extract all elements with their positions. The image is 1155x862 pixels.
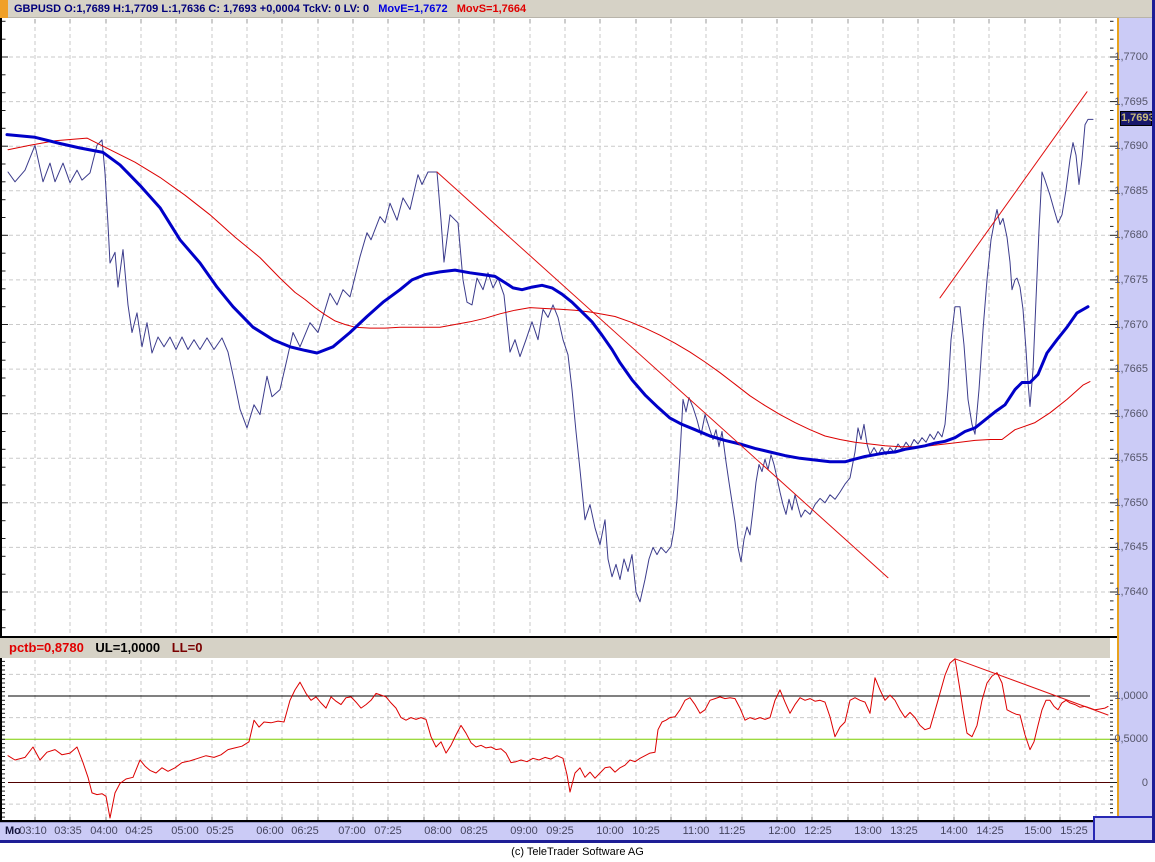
price-axis-label: 1,7670	[1114, 318, 1148, 331]
price-axis-label: 1,7680	[1114, 229, 1148, 242]
price-axis-label: 1,7640	[1114, 586, 1148, 598]
time-axis-label: 07:00	[338, 825, 366, 837]
price-axis-label: 1,7685	[1114, 184, 1148, 197]
last-price-badge: 1,7693	[1120, 111, 1155, 127]
time-axis-label: 08:25	[460, 825, 488, 837]
price-axis-label: 1,7660	[1114, 407, 1148, 420]
copyright-text: (c) TeleTrader Software AG	[511, 846, 644, 858]
time-axis-label: 06:25	[291, 825, 319, 837]
time-axis-label: 04:25	[125, 825, 153, 837]
quote-ohlc-text: GBPUSD O:1,7689 H:1,7709 L:1,7636 C: 1,7…	[14, 3, 370, 15]
lower-limit-value: LL=0	[171, 640, 203, 655]
time-axis-label: 15:00	[1024, 825, 1052, 837]
time-axis-label: 14:25	[976, 825, 1004, 837]
time-axis-label: 07:25	[374, 825, 402, 837]
price-chart-svg	[2, 19, 1117, 633]
symbol-marker-icon	[0, 0, 8, 18]
trendline_down-line	[436, 171, 889, 579]
indicator-left-border	[0, 658, 2, 822]
time-axis-label: 11:25	[718, 825, 746, 837]
price-axis-label: 1,7690	[1114, 140, 1148, 153]
pctb-chart-area[interactable]	[0, 658, 1117, 822]
chart-window: GBPUSD O:1,7689 H:1,7709 L:1,7636 C: 1,7…	[0, 0, 1155, 862]
pctb-trendline_down-line	[954, 658, 1109, 716]
price-axis-label: 1,7700	[1114, 51, 1148, 63]
time-axis-label: 10:25	[632, 825, 660, 837]
time-axis-label: 03:35	[54, 825, 82, 837]
indicator-header-bar: pctb=0,8780 UL=1,0000 LL=0	[0, 638, 1110, 658]
time-axis-label: 03:10	[19, 825, 47, 837]
chart-left-border	[0, 18, 2, 636]
price-axis-label: 1,7665	[1114, 363, 1148, 376]
price-axis-label: 1,7675	[1114, 273, 1148, 286]
time-axis-label: 14:00	[940, 825, 968, 837]
price-axis-label: 1,7645	[1114, 541, 1148, 554]
mov_s_sma-line	[7, 137, 1091, 448]
time-axis-label: 10:00	[596, 825, 624, 837]
time-axis-label: 13:25	[890, 825, 918, 837]
quote-header-bar: GBPUSD O:1,7689 H:1,7709 L:1,7636 C: 1,7…	[0, 0, 1152, 18]
upper-limit-value: UL=1,0000	[95, 640, 161, 655]
time-axis-label: 09:25	[546, 825, 574, 837]
pctb-axis-label: 0	[1141, 776, 1148, 789]
pctb-axis-label: 1,0000	[1114, 690, 1148, 702]
mov-s-value: MovS=1,7664	[456, 3, 527, 15]
quote-header-text: GBPUSD O:1,7689 H:1,7709 L:1,7636 C: 1,7…	[14, 0, 532, 18]
price-axis-label: 1,7655	[1114, 452, 1148, 465]
time-axis-label: 04:00	[90, 825, 118, 837]
pctb-value: pctb=0,8780	[9, 640, 84, 655]
price-line	[7, 118, 1094, 603]
price-chart-area[interactable]	[0, 18, 1117, 636]
price-axis-label: 1,7650	[1114, 496, 1148, 509]
price-axis-label: 1,7695	[1114, 95, 1148, 108]
time-axis-label: 15:25	[1060, 825, 1088, 837]
time-axis-band[interactable]: Mo 03:10 03:35 04:00 04:25 05:00 05:25 06:00 06…	[0, 822, 1110, 840]
time-axis-label: 12:00	[768, 825, 796, 837]
time-axis-label: 13:00	[854, 825, 882, 837]
time-axis-label: 11:00	[682, 825, 710, 837]
pctb-chart-svg	[2, 658, 1117, 821]
time-axis-label: 05:00	[171, 825, 199, 837]
time-axis-label: 06:00	[256, 825, 284, 837]
value-axis-panel[interactable]: 1,7693 1,7700 1,7695 1,7690 1,7685 1,7680 1,7…	[1114, 18, 1155, 840]
pctb-axis-label: 0,5000	[1114, 733, 1148, 746]
mov-e-value: MovE=1,7672	[378, 3, 448, 15]
copyright-footer: (c) TeleTrader Software AG	[0, 843, 1155, 862]
pctb-pctb-line	[7, 658, 1109, 819]
time-axis-label: 05:25	[206, 825, 234, 837]
time-axis-label: 12:25	[804, 825, 832, 837]
time-axis-label: 08:00	[424, 825, 452, 837]
time-axis-label: 09:00	[510, 825, 538, 837]
axis-corner-resize-box[interactable]	[1093, 816, 1152, 840]
